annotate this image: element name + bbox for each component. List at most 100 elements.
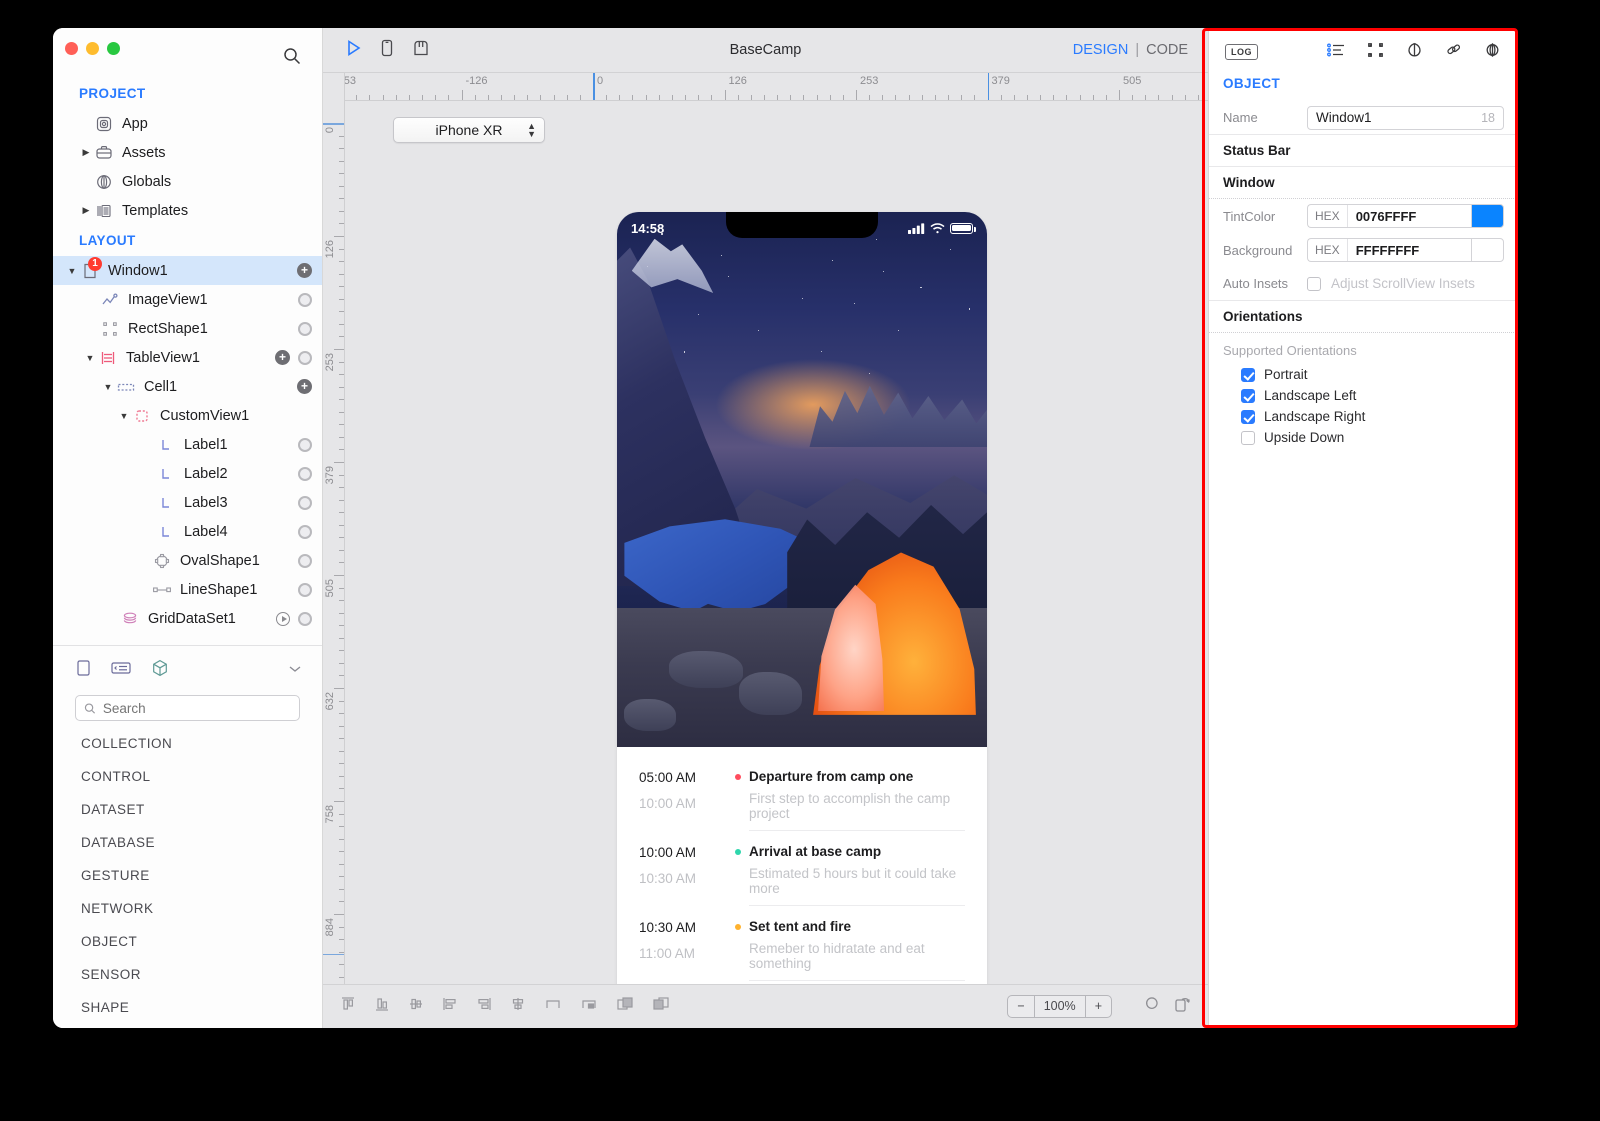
visibility-toggle[interactable] [298,496,312,510]
distribute-top-icon[interactable] [543,995,563,1018]
archive-icon[interactable] [411,38,431,63]
orientation-upside-down[interactable]: Upside Down [1209,427,1518,448]
category-shape[interactable]: SHAPE [53,991,322,1024]
list-icon[interactable] [110,658,132,683]
visibility-toggle[interactable] [298,467,312,481]
upside-down-checkbox[interactable] [1241,431,1255,445]
rotate-device-icon[interactable] [1172,995,1192,1018]
category-sensor[interactable]: SENSOR [53,958,322,991]
align-left-icon[interactable] [441,995,459,1018]
category-collection[interactable]: COLLECTION [53,727,322,760]
background-swatch[interactable] [1471,238,1504,262]
window-section-header[interactable]: Window [1209,167,1518,199]
table-row[interactable]: 05:00 AM 10:00 AM Departure from camp on… [639,769,965,840]
artboard[interactable]: iPhone XR ▲ ▼ 14:58 05:00 AM 10:00 AM De… [345,101,1208,984]
appearance-icon[interactable] [1405,41,1424,64]
category-gesture[interactable]: GESTURE [53,859,322,892]
tree-item-cell1[interactable]: ▼ Cell1 + [53,372,322,401]
tree-item-assets[interactable]: ▶ Assets [53,138,322,167]
phone-preview[interactable]: 14:58 05:00 AM 10:00 AM Departure from c… [617,212,987,984]
log-button[interactable]: LOG [1225,44,1258,60]
run-dataset-button[interactable] [276,612,290,626]
disclosure-toggle[interactable]: ▼ [83,353,97,363]
tree-item-templates[interactable]: ▶ Templates [53,196,322,225]
tree-item-griddataset1[interactable]: GridDataSet1 [53,604,322,633]
category-network[interactable]: NETWORK [53,892,322,925]
category-object[interactable]: OBJECT [53,925,322,958]
auto-insets-checkbox[interactable] [1307,277,1321,291]
disclosure-toggle[interactable]: ▶ [79,205,93,216]
align-horizontal-center-icon[interactable] [509,995,527,1018]
tree-item-window1[interactable]: ▼ 1 Window1 + [53,256,322,285]
search-icon[interactable] [282,46,302,66]
send-backward-icon[interactable] [651,995,671,1018]
close-window-button[interactable] [65,42,78,55]
events-icon[interactable] [1483,41,1502,64]
cube-icon[interactable] [150,658,170,683]
table-row[interactable]: 10:30 AM 11:00 AM Set tent and fire Reme… [639,919,965,984]
tree-item-label4[interactable]: Label4 [53,517,322,546]
category-control[interactable]: CONTROL [53,760,322,793]
distribute-bottom-icon[interactable] [579,995,599,1018]
visibility-toggle[interactable] [298,525,312,539]
add-child-button[interactable]: + [297,379,312,394]
tintcolor-hex-field[interactable]: HEX 0076FFFF [1307,204,1471,228]
properties-list-icon[interactable] [1326,41,1346,64]
orientation-landscape-left[interactable]: Landscape Left [1209,385,1518,406]
tree-item-globals[interactable]: Globals [53,167,322,196]
tree-item-rectshape1[interactable]: RectShape1 [53,314,322,343]
zoom-control[interactable]: − 100% + [1007,995,1112,1018]
zoom-level[interactable]: 100% [1034,996,1086,1017]
tree-item-imageview1[interactable]: ImageView1 [53,285,322,314]
phone-icon[interactable] [379,38,395,63]
name-field[interactable]: Window1 18 [1307,106,1504,130]
add-child-button[interactable]: + [297,263,312,278]
orientation-portrait[interactable]: Portrait [1209,364,1518,385]
page-icon[interactable] [75,658,92,683]
landscape-right-checkbox[interactable] [1241,410,1255,424]
portrait-checkbox[interactable] [1241,368,1255,382]
tintcolor-swatch[interactable] [1471,204,1504,228]
add-child-button[interactable]: + [275,350,290,365]
visibility-toggle[interactable] [298,583,312,597]
chevron-down-icon[interactable] [286,662,304,680]
category-database[interactable]: DATABASE [53,826,322,859]
align-right-icon[interactable] [475,995,493,1018]
vertical-ruler[interactable]: 0 126 253 379 505 632 758 884 [323,101,345,984]
tree-item-label1[interactable]: Label1 [53,430,322,459]
layout-frame-icon[interactable] [1366,41,1385,64]
tree-item-app[interactable]: App [53,109,322,138]
category-dataset[interactable]: DATASET [53,793,322,826]
bindings-link-icon[interactable] [1444,41,1463,64]
zoom-out-button[interactable]: − [1008,996,1033,1017]
status-bar-section-header[interactable]: Status Bar [1209,135,1518,167]
disclosure-toggle[interactable]: ▼ [65,266,79,276]
orientation-landscape-right[interactable]: Landscape Right [1209,406,1518,427]
tree-item-lineshape1[interactable]: LineShape1 [53,575,322,604]
disclosure-toggle[interactable]: ▶ [79,147,93,158]
library-search[interactable] [75,695,300,721]
align-top-icon[interactable] [339,995,357,1018]
search-input[interactable] [103,701,291,716]
zoom-lens-icon[interactable] [1142,995,1160,1018]
tree-item-customview1[interactable]: ▼ CustomView1 [53,401,322,430]
visibility-toggle[interactable] [298,554,312,568]
horizontal-ruler[interactable]: -253-1260126253379505632 [345,73,1208,101]
play-icon[interactable] [343,38,363,63]
bring-forward-icon[interactable] [615,995,635,1018]
disclosure-toggle[interactable]: ▼ [101,382,115,392]
visibility-toggle[interactable] [298,612,312,626]
visibility-toggle[interactable] [298,322,312,336]
align-bottom-icon[interactable] [373,995,391,1018]
visibility-toggle[interactable] [298,438,312,452]
visibility-toggle[interactable] [298,293,312,307]
tree-item-label3[interactable]: Label3 [53,488,322,517]
disclosure-toggle[interactable]: ▼ [117,411,131,421]
zoom-in-button[interactable]: + [1086,996,1111,1017]
tab-design[interactable]: DESIGN [1073,42,1129,58]
orientations-section-header[interactable]: Orientations [1209,301,1518,333]
background-hex-field[interactable]: HEX FFFFFFFF [1307,238,1471,262]
tree-item-ovalshape1[interactable]: OvalShape1 [53,546,322,575]
device-selector[interactable]: iPhone XR ▲ ▼ [393,117,545,143]
minimize-window-button[interactable] [86,42,99,55]
